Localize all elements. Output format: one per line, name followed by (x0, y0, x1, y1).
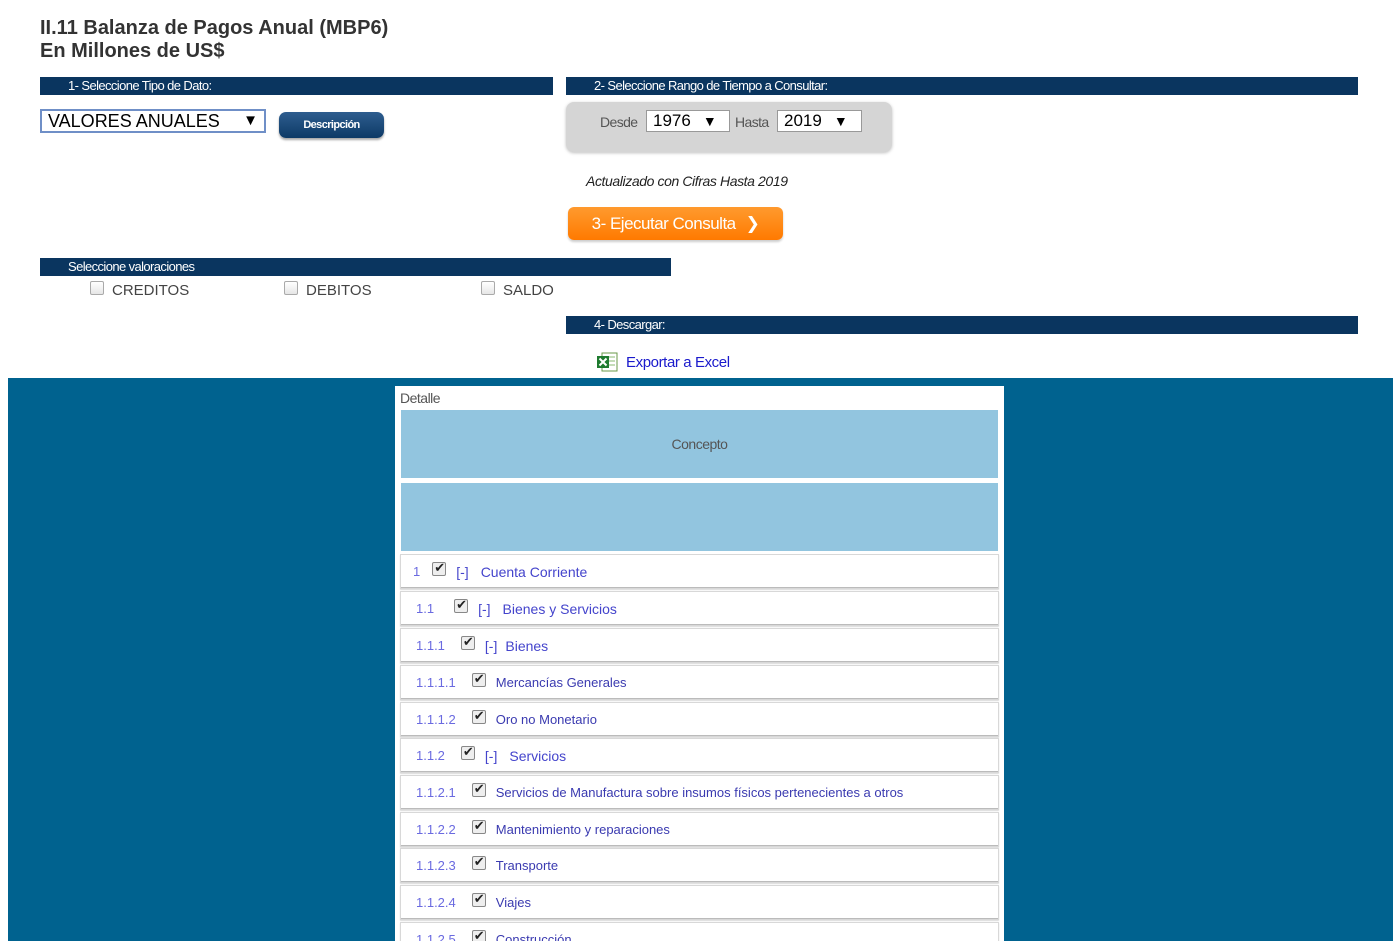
chevron-right-icon: ❯ (745, 213, 760, 233)
row-label[interactable]: Mercancías Generales (496, 675, 627, 690)
row-checkbox[interactable] (460, 634, 475, 650)
step4-header: 4- Descargar: (566, 316, 1358, 334)
creditos-checkbox[interactable] (90, 280, 104, 295)
tree-row[interactable]: 1 [-] Cuenta Corriente (400, 554, 999, 589)
data-type-select-value: VALORES ANUALES (48, 111, 220, 131)
detail-caption: Detalle (400, 390, 441, 406)
row-label[interactable]: Cuenta Corriente (481, 564, 588, 580)
tree-row[interactable]: 1.1.2.3 Transporte (400, 848, 999, 883)
row-label[interactable]: Mantenimiento y reparaciones (496, 822, 670, 837)
tree-row[interactable]: 1.1.2.1 Servicios de Manufactura sobre i… (400, 775, 999, 810)
step1-header: 1- Seleccione Tipo de Dato: (40, 77, 553, 95)
collapse-toggle[interactable]: [-] (485, 748, 497, 764)
export-excel-link[interactable]: Exportar a Excel (596, 352, 730, 372)
collapse-toggle[interactable]: [-] (485, 638, 497, 654)
row-checkbox[interactable] (471, 781, 486, 797)
tree-row[interactable]: 1.1.2.4 Viajes (400, 885, 999, 920)
row-code: 1.1.1.1 (416, 675, 456, 690)
page-title-line2: En Millones de US$ (40, 40, 225, 62)
concepto-header: Concepto (400, 409, 999, 479)
row-label[interactable]: Servicios (509, 748, 566, 764)
tree-row[interactable]: 1.1.2.2 Mantenimiento y reparaciones (400, 812, 999, 847)
creditos-option[interactable]: CREDITOS (90, 280, 190, 299)
tree-row[interactable]: 1.1.1.1 Mercancías Generales (400, 665, 999, 700)
hasta-select[interactable]: 2019 ▼ (777, 110, 862, 132)
row-code: 1.1 (416, 601, 435, 616)
row-code: 1.1.2.5 (416, 932, 456, 941)
row-checkbox[interactable] (471, 854, 486, 870)
tree-row[interactable]: 1.1 [-] Bienes y Servicios (400, 591, 999, 626)
row-checkbox[interactable] (454, 597, 469, 613)
hasta-select-value: 2019 (784, 111, 822, 130)
row-code: 1 (413, 564, 421, 579)
chevron-down-icon: ▼ (833, 113, 848, 129)
creditos-label: CREDITOS (112, 282, 190, 299)
saldo-option[interactable]: SALDO (481, 280, 554, 299)
detail-panel: Detalle Concepto 1 [-] Cuenta Corriente … (395, 386, 1004, 941)
row-checkbox[interactable] (471, 671, 486, 687)
row-label[interactable]: Bienes (505, 638, 548, 654)
saldo-label: SALDO (503, 282, 554, 299)
desde-select[interactable]: 1976 ▼ (646, 110, 730, 132)
tree-row[interactable]: 1.1.1.2 Oro no Monetario (400, 702, 999, 737)
row-label[interactable]: Servicios de Manufactura sobre insumos f… (496, 785, 904, 800)
saldo-checkbox[interactable] (481, 280, 495, 295)
step2-header: 2- Seleccione Rango de Tiempo a Consulta… (566, 77, 1358, 95)
tree-row[interactable]: 1.1.1 [-] Bienes (400, 628, 999, 663)
row-checkbox[interactable] (460, 744, 475, 760)
debitos-checkbox[interactable] (284, 280, 298, 295)
row-code: 1.1.2 (416, 748, 445, 763)
date-range-panel: Desde 1976 ▼ Hasta 2019 ▼ (566, 102, 892, 152)
execute-query-button[interactable]: 3- Ejecutar Consulta ❯ (568, 207, 783, 240)
chevron-down-icon: ▼ (702, 113, 717, 129)
desde-select-value: 1976 (653, 111, 691, 130)
row-label[interactable]: Construcción (496, 932, 572, 941)
export-excel-label: Exportar a Excel (626, 353, 730, 371)
debitos-option[interactable]: DEBITOS (284, 280, 372, 299)
tree-row[interactable]: 1.1.2 [-] Servicios (400, 738, 999, 773)
excel-icon (596, 352, 618, 372)
collapse-toggle[interactable]: [-] (456, 564, 468, 580)
updated-note: Actualizado con Cifras Hasta 2019 (586, 173, 788, 189)
tree-row[interactable]: 1.1.2.5 Construcción (400, 922, 999, 941)
row-code: 1.1.2.1 (416, 785, 456, 800)
row-checkbox[interactable] (471, 928, 486, 941)
chevron-down-icon: ▼ (243, 112, 258, 129)
data-type-select[interactable]: VALORES ANUALES ▼ (40, 109, 266, 133)
row-checkbox[interactable] (471, 708, 486, 724)
desde-label: Desde (600, 114, 638, 130)
hasta-label: Hasta (735, 114, 769, 130)
description-button[interactable]: Descripción (279, 112, 384, 138)
row-code: 1.1.1 (416, 638, 445, 653)
collapse-toggle[interactable]: [-] (478, 601, 490, 617)
row-label[interactable]: Oro no Monetario (496, 712, 597, 727)
execute-query-label: 3- Ejecutar Consulta (591, 213, 737, 233)
page-title-line1: II.11 Balanza de Pagos Anual (MBP6) (40, 17, 389, 39)
row-code: 1.1.2.3 (416, 858, 456, 873)
row-label[interactable]: Viajes (496, 895, 531, 910)
row-checkbox[interactable] (432, 560, 447, 576)
row-checkbox[interactable] (471, 891, 486, 907)
row-code: 1.1.2.4 (416, 895, 456, 910)
row-label[interactable]: Transporte (496, 858, 558, 873)
header-spacer (400, 482, 999, 552)
row-code: 1.1.2.2 (416, 822, 456, 837)
page-title: II.11 Balanza de Pagos Anual (MBP6) En M… (40, 17, 388, 63)
debitos-label: DEBITOS (306, 282, 372, 299)
row-label[interactable]: Bienes y Servicios (503, 601, 617, 617)
valuations-header: Seleccione valoraciones (40, 258, 671, 276)
row-checkbox[interactable] (471, 818, 486, 834)
row-code: 1.1.1.2 (416, 712, 456, 727)
